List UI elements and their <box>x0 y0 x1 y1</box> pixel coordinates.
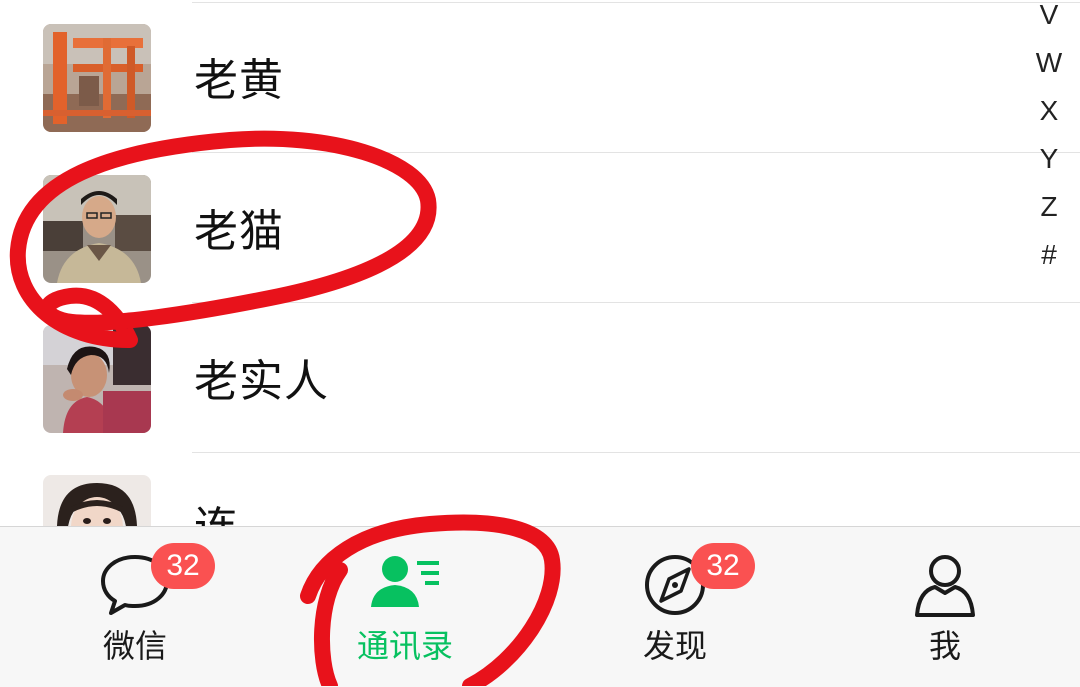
index-letter[interactable]: V <box>1040 0 1059 48</box>
tab-label: 我 <box>928 627 961 665</box>
tab-contacts[interactable]: 通讯录 <box>315 527 495 687</box>
index-letter[interactable]: Z <box>1040 192 1057 240</box>
index-letter[interactable]: W <box>1036 48 1062 96</box>
contact-list: 老黄 老猫 老实人 <box>0 0 1080 526</box>
contact-row-laoshiren[interactable]: 老实人 <box>0 303 1080 453</box>
contact-name: 连 <box>194 507 239 527</box>
bottom-tab-bar: 32 微信 通讯录 32 发现 我 <box>0 526 1080 687</box>
person-outline-icon <box>905 549 985 619</box>
contact-row-laohuang[interactable]: 老黄 <box>0 3 1080 153</box>
index-letter[interactable]: Y <box>1040 144 1059 192</box>
tab-label: 微信 <box>102 627 167 665</box>
avatar <box>43 24 151 132</box>
tab-me[interactable]: 我 <box>855 527 1035 687</box>
index-letter[interactable]: X <box>1040 96 1059 144</box>
avatar <box>43 175 151 283</box>
alphabet-index-bar[interactable]: V W X Y Z # <box>1036 0 1062 288</box>
avatar <box>43 475 151 526</box>
tab-chats[interactable]: 32 微信 <box>45 527 225 687</box>
tab-label: 发现 <box>642 627 707 665</box>
contact-name: 老实人 <box>194 356 329 407</box>
tab-label: 通讯录 <box>356 627 453 665</box>
contact-row-lian[interactable]: 连 <box>0 453 1020 526</box>
tab-discover[interactable]: 32 发现 <box>585 527 765 687</box>
contacts-icon <box>365 549 445 619</box>
contact-name: 老黄 <box>194 55 284 106</box>
contact-row-laomao[interactable]: 老猫 <box>0 153 1080 303</box>
index-letter[interactable]: # <box>1041 240 1057 288</box>
avatar <box>43 325 151 433</box>
unread-badge: 32 <box>151 543 215 589</box>
unread-badge: 32 <box>691 543 755 589</box>
contact-name: 老猫 <box>194 206 284 257</box>
